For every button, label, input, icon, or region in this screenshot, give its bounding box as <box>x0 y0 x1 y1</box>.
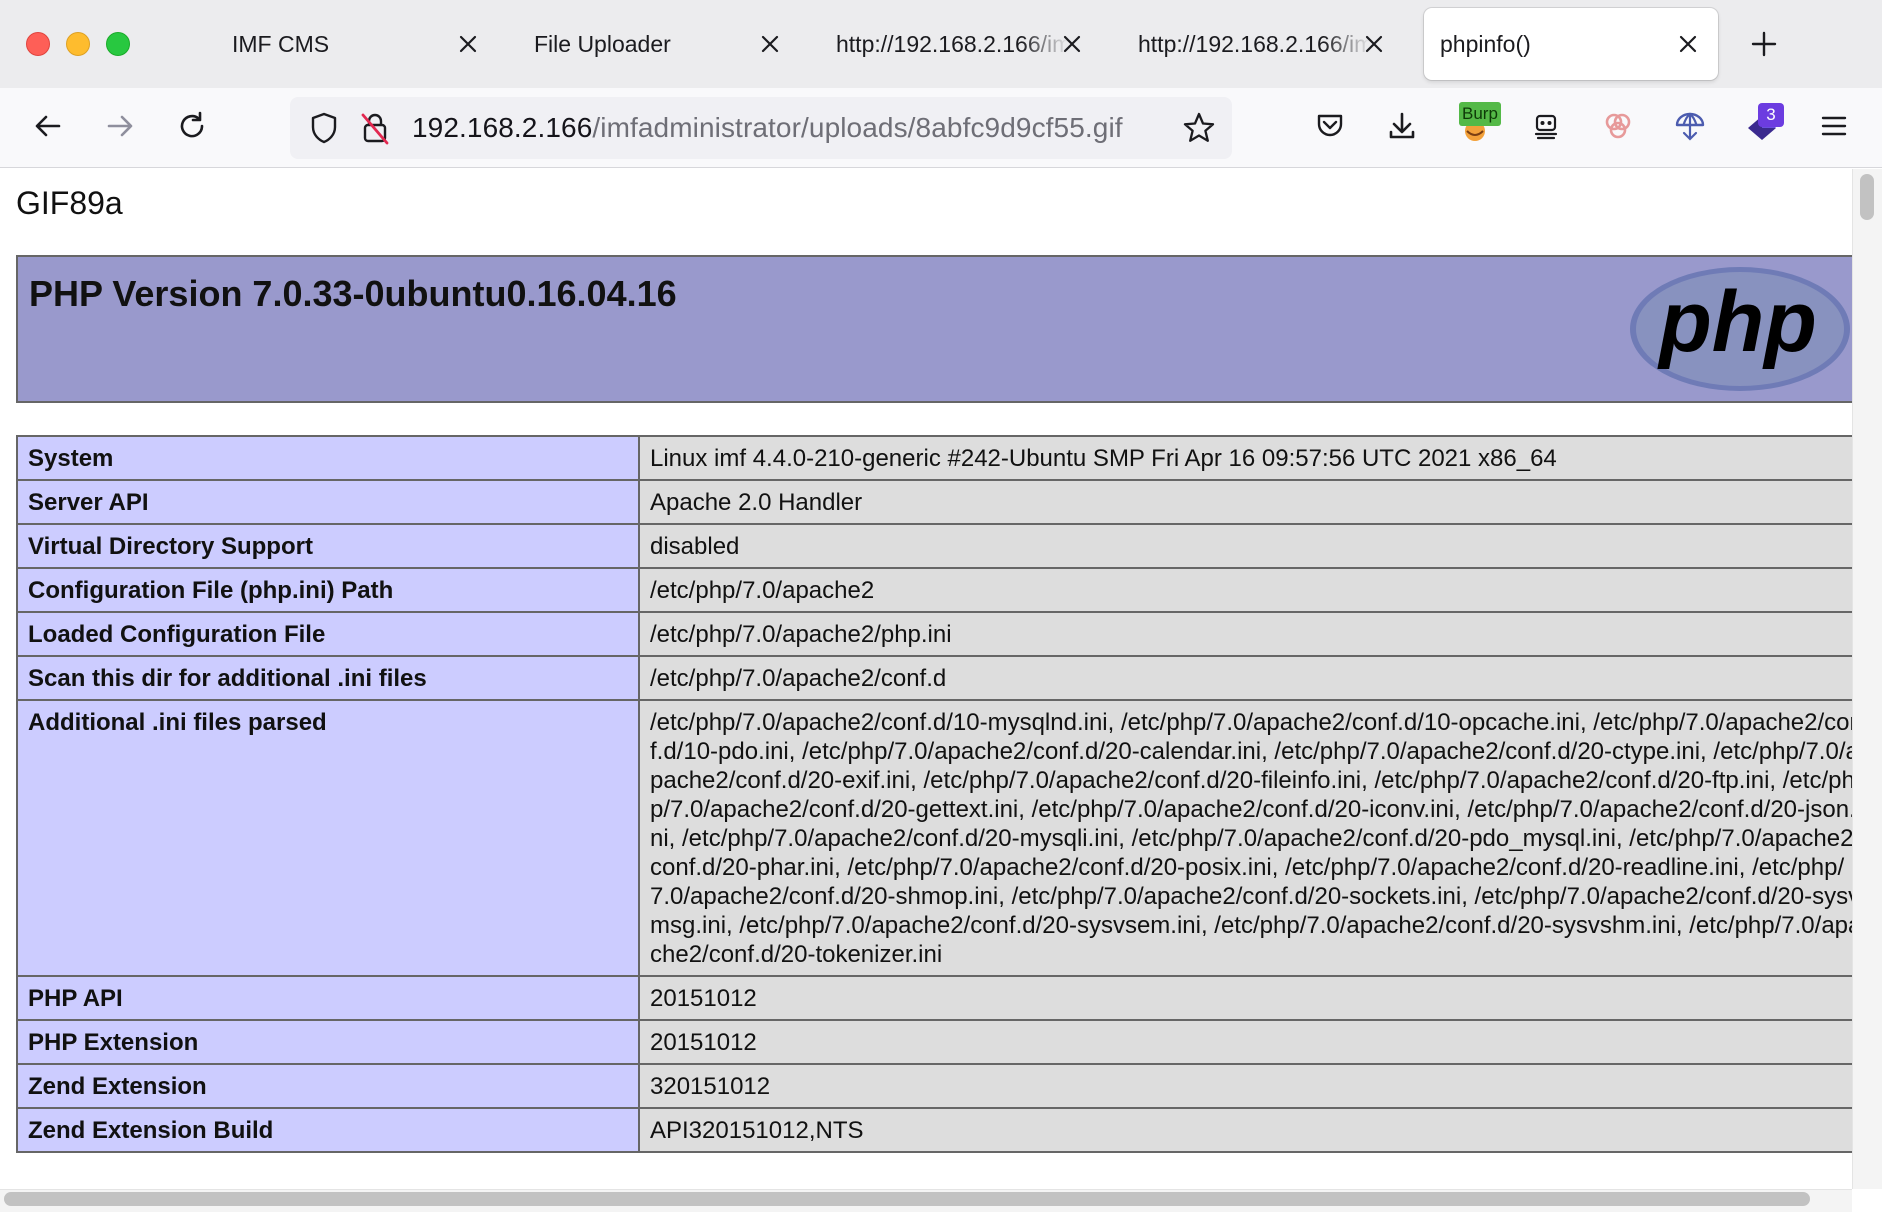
pocket-icon <box>1314 110 1346 147</box>
tab-file-uploader[interactable]: File Uploader <box>504 8 800 80</box>
url-path: /imfadministrator/uploads/8abfc9d9cf55.g… <box>592 112 1123 143</box>
php-version-header: PHP Version 7.0.33-0ubuntu0.16.04.16 php <box>16 255 1852 403</box>
row-value: 20151012 <box>638 1019 1852 1065</box>
tab-close-icon[interactable] <box>1674 30 1702 58</box>
tab-uploads-1[interactable]: http://192.168.2.166/imfadministrator/up… <box>806 8 1102 80</box>
tab-imf-cms[interactable]: IMF CMS <box>202 8 498 80</box>
row-value: Linux imf 4.4.0-210-generic #242-Ubuntu … <box>638 435 1852 481</box>
tab-label: File Uploader <box>534 31 671 57</box>
page-content: GIF89a PHP Version 7.0.33-0ubuntu0.16.04… <box>0 169 1852 1189</box>
row-key: Server API <box>16 479 640 525</box>
row-value: 20151012 <box>638 975 1852 1021</box>
row-value: /etc/php/7.0/apache2/php.ini <box>638 611 1852 657</box>
burp-badge: Burp <box>1459 102 1501 126</box>
pocket-button[interactable] <box>1310 108 1350 148</box>
row-key: Configuration File (php.ini) Path <box>16 567 640 613</box>
row-value: /etc/php/7.0/apache2/conf.d <box>638 655 1852 701</box>
row-key: Additional .ini files parsed <box>16 699 640 977</box>
row-key: Zend Extension Build <box>16 1107 640 1153</box>
globe-icon <box>1673 109 1707 148</box>
horizontal-scroll-thumb[interactable] <box>4 1192 1810 1206</box>
tab-label: http://192.168.2.166/imfadministrator/up… <box>836 31 1068 57</box>
menu-button[interactable] <box>1814 108 1854 148</box>
zoom-window-button[interactable] <box>106 32 130 56</box>
shield-icon[interactable] <box>308 111 340 150</box>
download-icon <box>1386 110 1418 147</box>
php-logo[interactable]: php <box>1630 265 1850 393</box>
table-row: Server API Apache 2.0 Handler <box>16 479 1852 525</box>
insecure-lock-icon[interactable] <box>360 111 390 150</box>
php-info-table: System Linux imf 4.4.0-210-generic #242-U… <box>16 435 1852 1153</box>
tab-uploads-2[interactable]: http://192.168.2.166/imfadministrator/up… <box>1108 8 1404 80</box>
php-logo-text: php <box>1657 274 1817 370</box>
table-row: System Linux imf 4.4.0-210-generic #242-U… <box>16 435 1852 481</box>
extension-count-badge: 3 <box>1758 103 1784 127</box>
tab-close-icon[interactable] <box>1360 30 1388 58</box>
tab-label: IMF CMS <box>232 31 330 57</box>
tab-phpinfo[interactable]: phpinfo() <box>1424 8 1718 80</box>
url-host: 192.168.2.166 <box>412 112 593 143</box>
downloads-button[interactable] <box>1382 108 1422 148</box>
table-row: Zend Extension Build API320151012,NTS <box>16 1107 1852 1153</box>
new-tab-button[interactable] <box>1746 26 1782 62</box>
row-value: 320151012 <box>638 1063 1852 1109</box>
tab-label: phpinfo() <box>1440 31 1531 57</box>
extension-button-2[interactable] <box>1526 108 1566 148</box>
tab-close-icon[interactable] <box>756 30 784 58</box>
hamburger-menu-icon <box>1819 111 1849 146</box>
row-value: Apache 2.0 Handler <box>638 479 1852 525</box>
reload-icon <box>176 110 208 147</box>
address-bar[interactable]: 192.168.2.166/imfadministrator/uploads/8… <box>290 97 1232 159</box>
table-row: Loaded Configuration File/etc/php/7.0/ap… <box>16 611 1852 657</box>
gif-magic-header: GIF89a <box>16 185 123 221</box>
table-row: Zend Extension 320151012 <box>16 1063 1852 1109</box>
table-row: Configuration File (php.ini) Path/etc/ph… <box>16 567 1852 613</box>
forward-button[interactable] <box>100 108 140 148</box>
tab-label: http://192.168.2.166/imfadministrator/up… <box>1138 31 1370 57</box>
back-button[interactable] <box>28 108 68 148</box>
tab-strip: IMF CMS File Uploader http://192.168.2.1… <box>0 0 1882 88</box>
row-key: Zend Extension <box>16 1063 640 1109</box>
table-row: Virtual Directory Support disabled <box>16 523 1852 569</box>
table-row: Scan this dir for additional .ini files /… <box>16 655 1852 701</box>
star-icon[interactable] <box>1182 111 1216 150</box>
extension-button-3[interactable] <box>1598 108 1638 148</box>
extension-button-4[interactable] <box>1670 108 1710 148</box>
row-value: /etc/php/7.0/apache2/conf.d/10-mysqlnd.i… <box>638 699 1852 977</box>
table-row: PHP Extension 20151012 <box>16 1019 1852 1065</box>
vertical-scrollbar[interactable] <box>1852 169 1882 1189</box>
row-value: disabled <box>638 523 1852 569</box>
row-key: Scan this dir for additional .ini files <box>16 655 640 701</box>
table-row: PHP API 20151012 <box>16 975 1852 1021</box>
page-title: PHP Version 7.0.33-0ubuntu0.16.04.16 <box>29 273 677 314</box>
minimize-window-button[interactable] <box>66 32 90 56</box>
row-key: Virtual Directory Support <box>16 523 640 569</box>
row-value: API320151012,NTS <box>638 1107 1852 1153</box>
vertical-scroll-thumb[interactable] <box>1860 174 1874 220</box>
row-key: PHP API <box>16 975 640 1021</box>
navigation-toolbar: 192.168.2.166/imfadministrator/uploads/8… <box>0 88 1882 168</box>
rings-icon <box>1601 109 1635 148</box>
tab-close-icon[interactable] <box>1058 30 1086 58</box>
table-row: Additional .ini files parsed/etc/php/7.0… <box>16 699 1852 977</box>
row-key: PHP Extension <box>16 1019 640 1065</box>
tab-close-icon[interactable] <box>454 30 482 58</box>
back-arrow-icon <box>32 110 64 147</box>
close-window-button[interactable] <box>26 32 50 56</box>
row-key: System <box>16 435 640 481</box>
row-value: /etc/php/7.0/apache2 <box>638 567 1852 613</box>
url-text[interactable]: 192.168.2.166/imfadministrator/uploads/8… <box>412 97 1123 159</box>
row-key: Loaded Configuration File <box>16 611 640 657</box>
robot-icon <box>1530 110 1562 147</box>
reload-button[interactable] <box>172 108 212 148</box>
forward-arrow-icon <box>104 110 136 147</box>
